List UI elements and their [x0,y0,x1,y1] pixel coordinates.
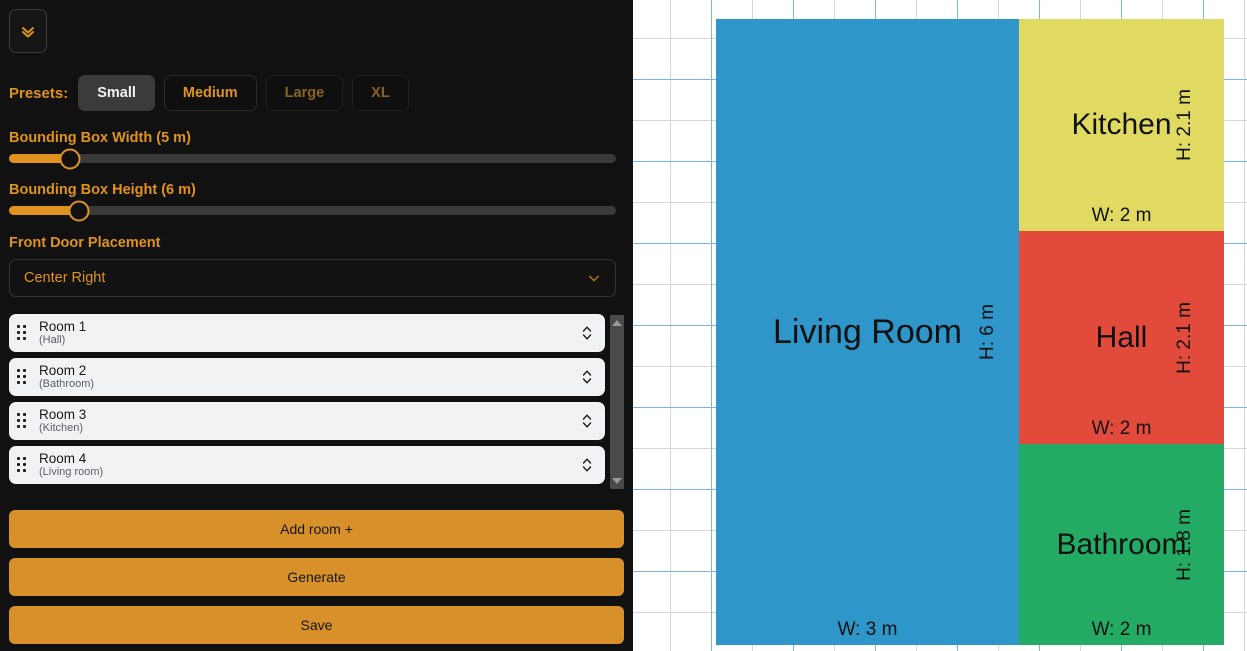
room-item-text: Room 3 (Kitchen) [39,406,579,435]
room-item-name: Room 3 [39,406,87,422]
room-item-stepper[interactable] [579,456,595,474]
bounding-box-height-block: Bounding Box Height (6 m) [9,182,624,221]
bounding-box-height-label: Bounding Box Height (6 m) [9,182,196,198]
floorplan-room-width-label: W: 2 m [1091,205,1152,226]
room-list: Room 1 (Hall) Room 2 (Bathroom) Room 3 (Kitch… [9,314,605,494]
floorplan-room-name: Bathroom [1056,527,1187,561]
sidebar: Presets: Small Medium Large XL Bounding … [0,0,633,651]
scroll-up-arrow-icon[interactable] [612,320,622,326]
front-door-placement-label: Front Door Placement [9,235,161,251]
preset-button-medium[interactable]: Medium [163,75,257,111]
add-room-button[interactable]: Add room + [9,510,624,548]
collapse-panel-button[interactable] [9,9,47,53]
floorplan-room-name: Hall [1095,320,1148,354]
room-item-stepper[interactable] [579,368,595,386]
room-item-type: (Bathroom) [39,377,95,390]
room-item-type: (Hall) [39,333,66,346]
floorplan-room-width-label: W: 2 m [1091,418,1152,439]
room-list-container: Room 1 (Hall) Room 2 (Bathroom) Room 3 (Kitch… [9,314,624,494]
room-list-scrollbar[interactable] [610,315,624,489]
room-item-name: Room 4 [39,450,87,466]
floorplan-room[interactable]: Hall W: 2 m H: 2.1 m [1019,231,1224,444]
drag-handle-icon[interactable] [17,325,30,341]
bounding-box-width-slider[interactable] [9,148,616,169]
floorplan-room-height-label: H: 1.8 m [1174,508,1196,581]
front-door-placement-select[interactable]: Center Right [9,259,616,297]
save-button[interactable]: Save [9,606,624,644]
room-list-item[interactable]: Room 4 (Living room) [9,446,605,484]
room-list-item[interactable]: Room 2 (Bathroom) [9,358,605,396]
front-door-placement-value: Center Right [24,270,106,286]
room-item-text: Room 1 (Hall) [39,318,579,347]
room-item-stepper[interactable] [579,412,595,430]
floorplan-room-height-label: H: 2.1 m [1174,89,1196,161]
bounding-box-width-block: Bounding Box Width (5 m) [9,130,624,169]
floorplan-room-width-label: W: 2 m [1091,619,1152,640]
floorplan-room-height-label: H: 6 m [977,304,999,360]
drag-handle-icon[interactable] [17,413,30,429]
slider-thumb-width[interactable] [59,148,81,169]
floorplan-room[interactable]: Living Room W: 3 m H: 6 m [716,19,1019,645]
chevron-down-icon [588,275,600,282]
room-item-name: Room 2 [39,362,87,378]
room-item-stepper[interactable] [579,324,595,342]
drag-handle-icon[interactable] [17,457,30,473]
generate-button[interactable]: Generate [9,558,624,596]
preset-button-xl[interactable]: XL [352,75,409,111]
floorplan-room-width-label: W: 3 m [837,619,898,640]
room-list-item[interactable]: Room 3 (Kitchen) [9,402,605,440]
floorplan-room[interactable]: Bathroom W: 2 m H: 1.8 m [1019,444,1224,645]
floorplan-room-height-label: H: 2.1 m [1174,301,1196,374]
bounding-box-height-slider[interactable] [9,200,616,221]
presets-row: Presets: Small Medium Large XL [9,75,624,111]
room-item-type: (Kitchen) [39,421,84,434]
chevrons-down-icon [22,27,34,38]
room-item-text: Room 4 (Living room) [39,450,579,479]
scroll-down-arrow-icon[interactable] [612,478,622,484]
floorplan-room-name: Living Room [773,312,962,351]
app-root: Presets: Small Medium Large XL Bounding … [0,0,1247,651]
drag-handle-icon[interactable] [17,369,30,385]
preset-button-large[interactable]: Large [265,75,344,111]
slider-thumb-height[interactable] [68,200,90,221]
floorplan-canvas[interactable]: Living Room W: 3 m H: 6 m Kitchen W: 2 m H: 2… [633,0,1247,651]
room-item-text: Room 2 (Bathroom) [39,362,579,391]
room-item-type: (Living room) [39,465,104,478]
floorplan-room[interactable]: Kitchen W: 2 m H: 2.1 m [1019,19,1224,231]
floorplan-room-name: Kitchen [1071,108,1172,141]
presets-label: Presets: [9,84,69,102]
room-list-item[interactable]: Room 1 (Hall) [9,314,605,352]
preset-button-small[interactable]: Small [78,75,155,111]
room-item-name: Room 1 [39,318,87,334]
bounding-box-width-label: Bounding Box Width (5 m) [9,130,191,146]
